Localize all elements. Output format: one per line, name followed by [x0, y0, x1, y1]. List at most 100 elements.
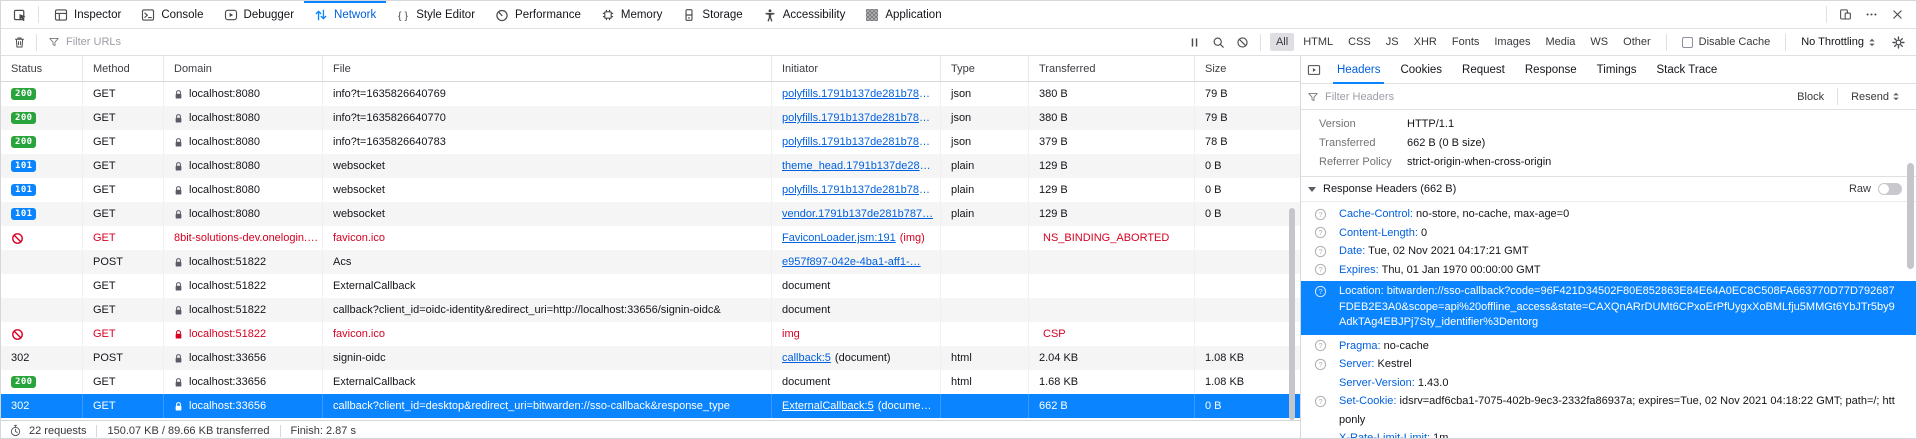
toolbox-tab-memory[interactable]: Memory: [591, 1, 673, 28]
column-header-initiator[interactable]: Initiator: [772, 56, 941, 81]
request-row[interactable]: GETlocalhost:51822callback?client_id=oid…: [1, 298, 1300, 322]
element-picker-button[interactable]: [7, 4, 33, 26]
clear-requests-button[interactable]: [7, 32, 31, 53]
detail-tab-stack-trace[interactable]: Stack Trace: [1647, 56, 1728, 83]
search-button[interactable]: [1207, 32, 1231, 53]
request-row[interactable]: 101GETlocalhost:8080websocketvendor.1791…: [1, 202, 1300, 226]
column-header-method[interactable]: Method: [83, 56, 164, 81]
request-row[interactable]: 200GETlocalhost:8080info?t=1635826640769…: [1, 82, 1300, 106]
requests-count: 22 requests: [29, 425, 86, 437]
request-list-scrollbar-thumb[interactable]: [1289, 208, 1295, 420]
file-text: info?t=1635826640783: [333, 136, 446, 148]
request-row[interactable]: GETlocalhost:51822ExternalCallbackdocume…: [1, 274, 1300, 298]
request-row[interactable]: 200GETlocalhost:8080info?t=1635826640783…: [1, 130, 1300, 154]
split-panel-toggle-button[interactable]: [1301, 56, 1327, 83]
detail-tab-response[interactable]: Response: [1515, 56, 1587, 83]
request-row[interactable]: 302POSTlocalhost:33656signin-oidccallbac…: [1, 346, 1300, 370]
network-settings-button[interactable]: [1886, 32, 1910, 53]
pause-recording-button[interactable]: [1183, 32, 1207, 53]
raw-toggle[interactable]: [1878, 183, 1902, 195]
request-row[interactable]: 101GETlocalhost:8080websockettheme_head.…: [1, 154, 1300, 178]
disable-cache-checkbox[interactable]: [1682, 37, 1693, 48]
response-header-expires[interactable]: ?Expires: Thu, 01 Jan 1970 00:00:00 GMT: [1301, 261, 1916, 280]
status-cell: 101: [1, 178, 83, 202]
type-cell: html: [941, 346, 1029, 370]
response-header-content-length[interactable]: ?Content-Length: 0: [1301, 224, 1916, 243]
request-row[interactable]: 200GETlocalhost:33656ExternalCallbackdoc…: [1, 370, 1300, 394]
method-cell: GET: [83, 130, 164, 154]
column-header-status[interactable]: Status: [1, 56, 83, 81]
response-header-server[interactable]: ?Server: Kestrel: [1301, 355, 1916, 374]
size-cell: 79 B: [1195, 106, 1300, 130]
response-header-location[interactable]: ?Location: bitwarden://sso-callback?code…: [1301, 281, 1916, 335]
toolbox-tab-network[interactable]: Network: [304, 1, 386, 28]
type-filter-xhr[interactable]: XHR: [1408, 33, 1443, 51]
domain-cell: 8bit-solutions-dev.onelogin.…: [164, 226, 323, 250]
column-header-transferred[interactable]: Transferred: [1029, 56, 1195, 81]
toolbox-tab-console[interactable]: Console: [131, 1, 213, 28]
request-row[interactable]: GETlocalhost:51822favicon.icoimgCSP: [1, 322, 1300, 346]
detail-scrollbar-thumb[interactable]: [1907, 163, 1914, 269]
response-header-date[interactable]: ?Date: Tue, 02 Nov 2021 04:17:21 GMT: [1301, 242, 1916, 261]
lock-icon: [174, 353, 183, 364]
request-table-header: StatusMethodDomainFileInitiatorTypeTrans…: [1, 56, 1300, 82]
toolbox-tab-style-editor[interactable]: { }Style Editor: [386, 1, 485, 28]
initiator-text: document: [782, 304, 830, 316]
disable-cache-control[interactable]: Disable Cache: [1672, 36, 1781, 48]
response-headers-section-header[interactable]: Response Headers (662 B) Raw: [1301, 176, 1916, 202]
type-filter-css[interactable]: CSS: [1342, 33, 1377, 51]
detail-tab-headers[interactable]: Headers: [1327, 56, 1390, 83]
column-header-type[interactable]: Type: [941, 56, 1029, 81]
toolbox-tab-storage[interactable]: Storage: [672, 1, 752, 28]
size-text: 1.08 KB: [1205, 352, 1244, 364]
transferred-cell: 380 B: [1029, 82, 1195, 106]
detail-tab-timings[interactable]: Timings: [1587, 56, 1647, 83]
type-filter-images[interactable]: Images: [1488, 33, 1536, 51]
detail-tab-request[interactable]: Request: [1452, 56, 1515, 83]
block-request-button[interactable]: Block: [1789, 91, 1832, 103]
size-text: 0 B: [1205, 400, 1222, 412]
type-filter-ws[interactable]: WS: [1584, 33, 1614, 51]
status-cell: [1, 250, 83, 274]
response-header-set-cookie[interactable]: ?Set-Cookie: idsrv=adf6cba1-7075-402b-9e…: [1301, 392, 1916, 429]
response-header-pragma[interactable]: ?Pragma: no-cache: [1301, 337, 1916, 356]
request-row[interactable]: POSTlocalhost:51822Acse957f897-042e-4ba1…: [1, 250, 1300, 274]
throttling-select[interactable]: No Throttling: [1791, 36, 1886, 48]
toolbox-tab-application[interactable]: Application: [855, 1, 951, 28]
type-filter-html[interactable]: HTML: [1297, 33, 1339, 51]
filter-urls-input[interactable]: [66, 36, 1183, 48]
type-filter-js[interactable]: JS: [1380, 33, 1405, 51]
type-filter-all[interactable]: All: [1270, 33, 1294, 51]
meatball-menu-button[interactable]: [1858, 4, 1884, 26]
responsive-design-mode-button[interactable]: [1832, 4, 1858, 26]
column-header-domain[interactable]: Domain: [164, 56, 323, 81]
type-filter-media[interactable]: Media: [1539, 33, 1581, 51]
toolbox-tab-accessibility[interactable]: Accessibility: [753, 1, 856, 28]
type-filter-other[interactable]: Other: [1617, 33, 1657, 51]
request-row[interactable]: 200GETlocalhost:8080info?t=1635826640770…: [1, 106, 1300, 130]
request-blocking-button[interactable]: [1231, 32, 1255, 53]
status-badge: 200: [11, 136, 36, 148]
toolbox-tab-inspector[interactable]: Inspector: [44, 1, 131, 28]
status-cell: 101: [1, 154, 83, 178]
response-headers-list: ?Cache-Control: no-store, no-cache, max-…: [1301, 202, 1916, 439]
detail-tab-cookies[interactable]: Cookies: [1390, 56, 1452, 83]
column-header-size[interactable]: Size: [1195, 56, 1301, 81]
response-header-cache-control[interactable]: ?Cache-Control: no-store, no-cache, max-…: [1301, 205, 1916, 224]
filter-headers-input[interactable]: [1325, 91, 1783, 103]
type-text: json: [951, 112, 971, 124]
transferred-text: 2.04 KB: [1039, 352, 1078, 364]
type-filter-fonts[interactable]: Fonts: [1446, 33, 1486, 51]
column-header-file[interactable]: File: [323, 56, 772, 81]
file-text: favicon.ico: [333, 232, 385, 244]
request-row[interactable]: GET8bit-solutions-dev.onelogin.…favicon.…: [1, 226, 1300, 250]
resend-button[interactable]: Resend: [1843, 91, 1908, 103]
response-header-server-version[interactable]: Server-Version: 1.43.0: [1301, 374, 1916, 393]
request-row[interactable]: 101GETlocalhost:8080websocketpolyfills.1…: [1, 178, 1300, 202]
toolbox-tab-debugger[interactable]: Debugger: [214, 1, 305, 28]
transferred-text: 380 B: [1039, 88, 1068, 100]
toolbox-tab-performance[interactable]: Performance: [485, 1, 591, 28]
response-header-x-rate-limit-limit[interactable]: X-Rate-Limit-Limit: 1m: [1301, 429, 1916, 439]
request-row[interactable]: 302GETlocalhost:33656callback?client_id=…: [1, 394, 1300, 418]
close-devtools-button[interactable]: [1884, 4, 1910, 26]
